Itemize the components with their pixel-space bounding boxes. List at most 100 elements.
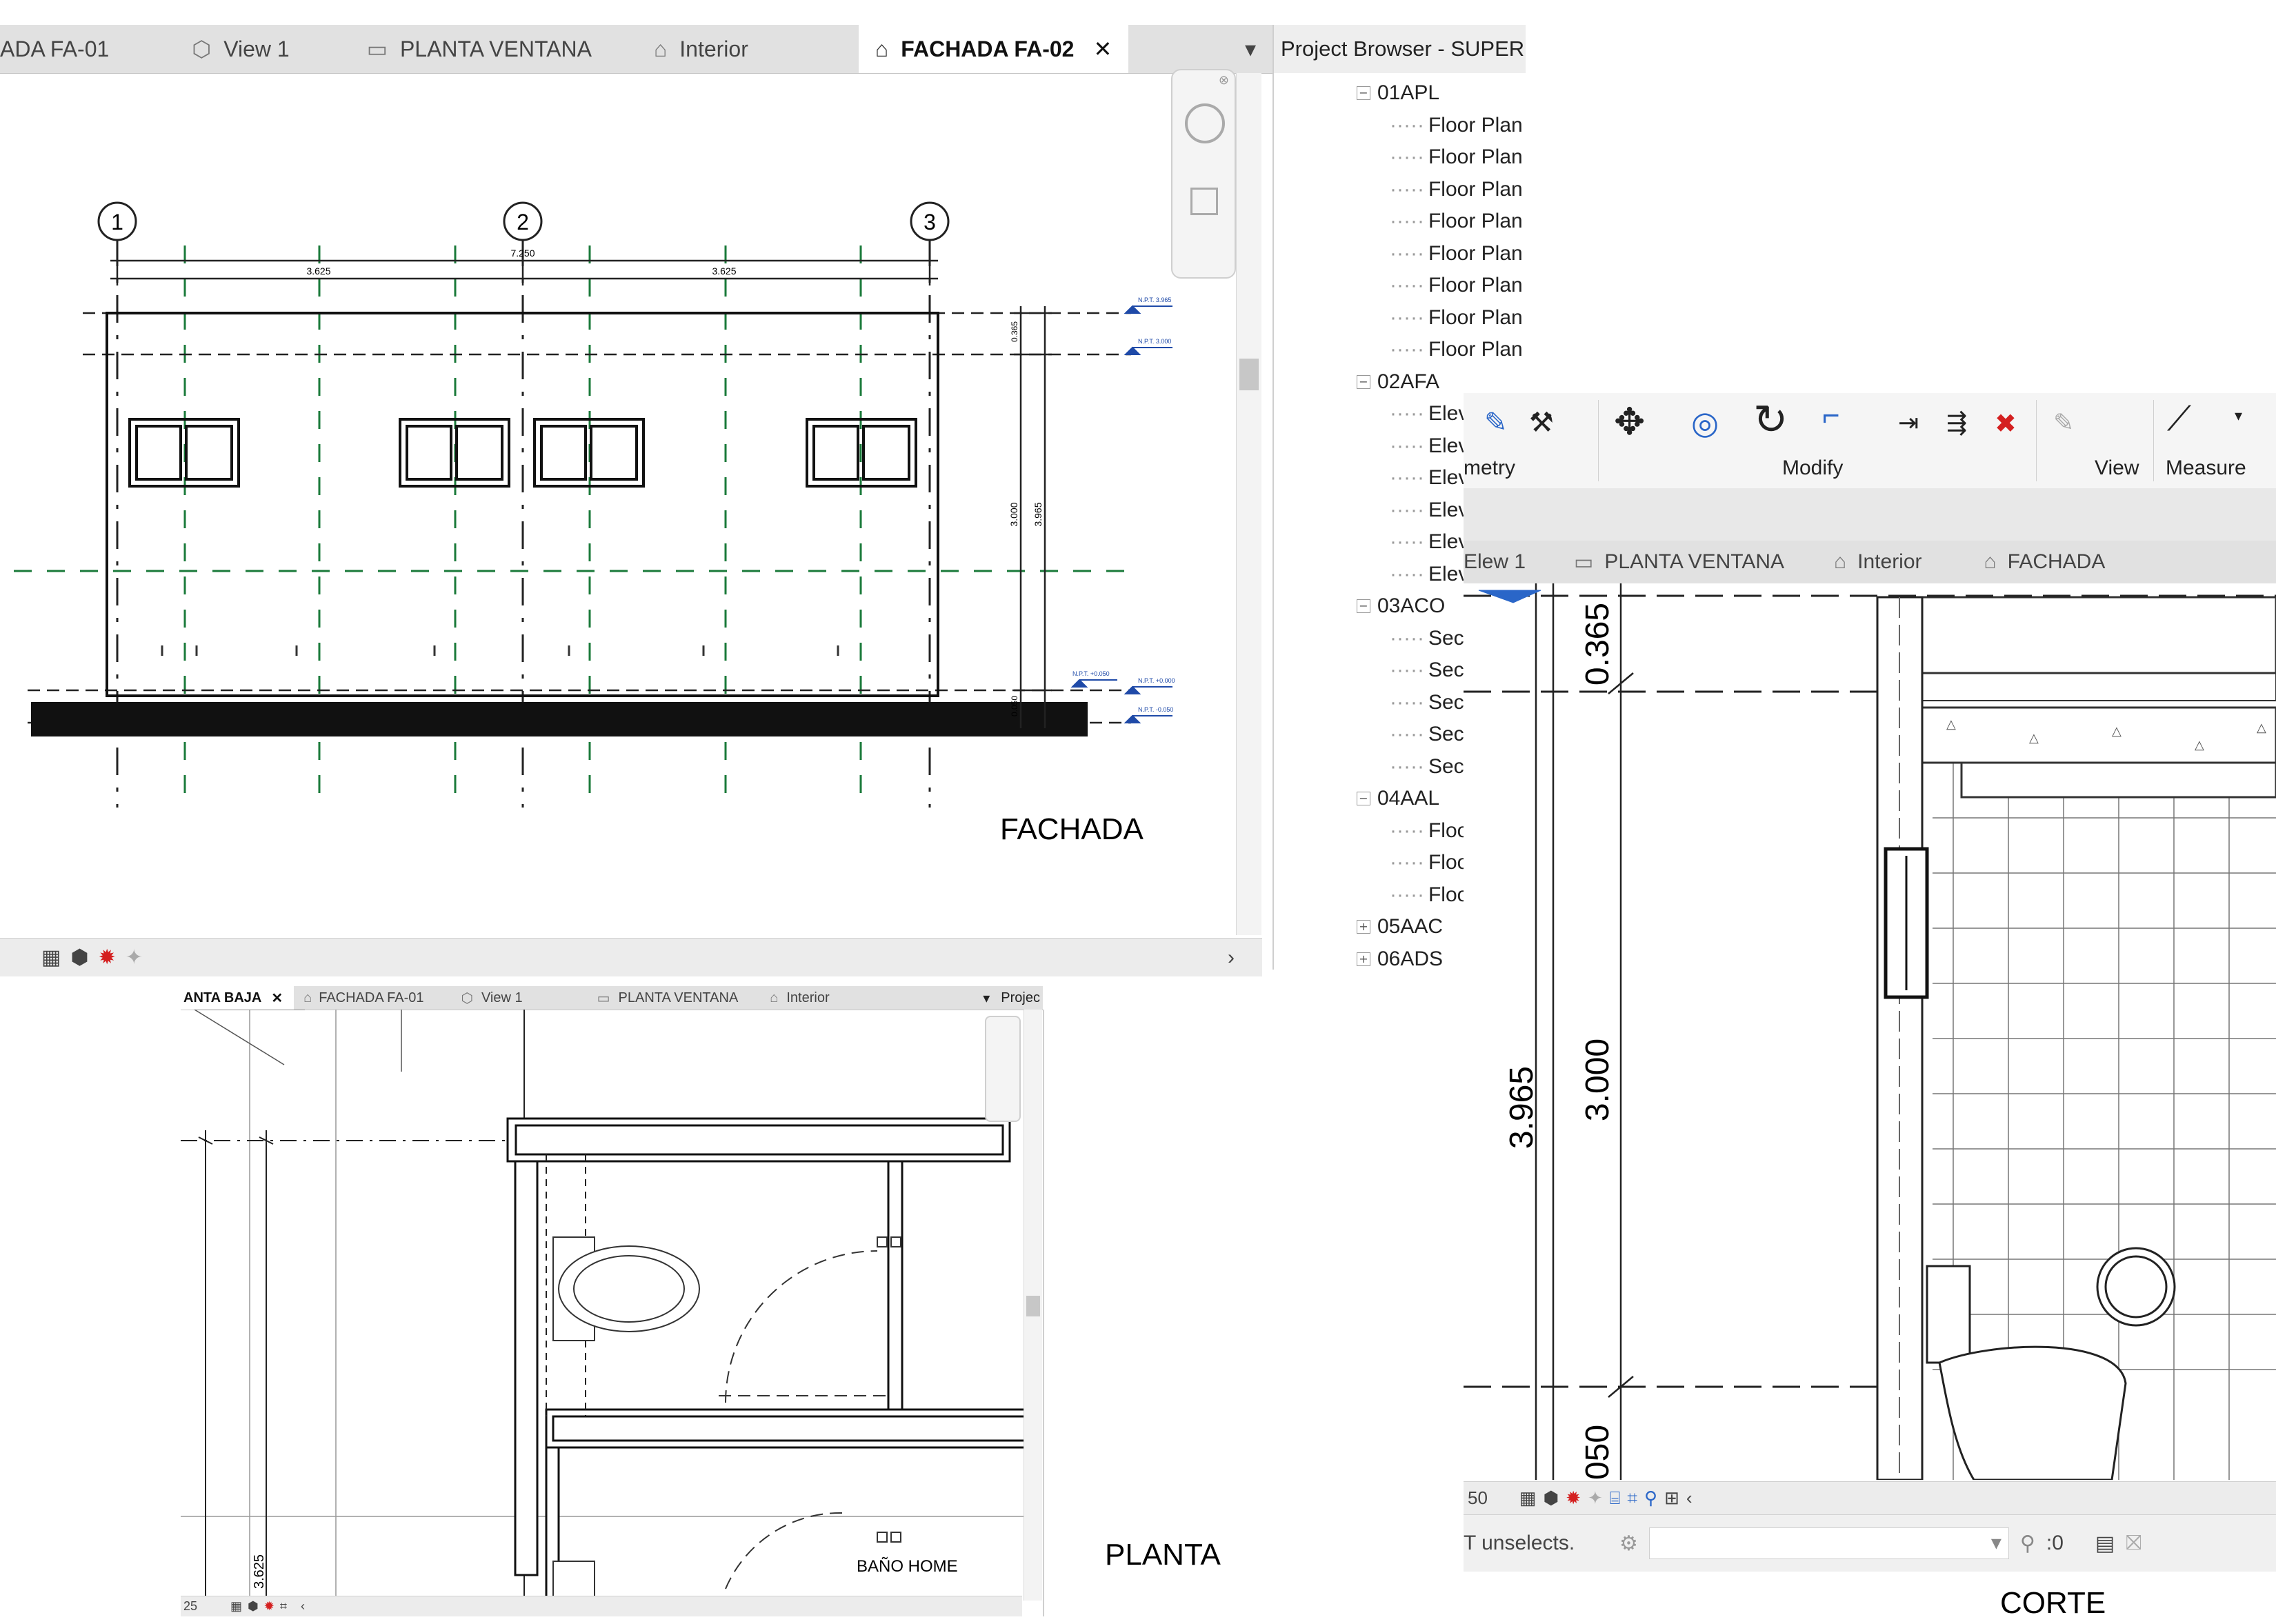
- tab-view-1[interactable]: ⬡ View 1: [451, 986, 597, 1010]
- browser-view-item[interactable]: ····· Sec: [1390, 719, 1464, 751]
- browser-group-03aco[interactable]: −03ACO: [1357, 590, 1445, 623]
- collapse-icon[interactable]: −: [1357, 86, 1370, 101]
- browser-view-item[interactable]: ····· Floor Plan: [1390, 205, 1523, 238]
- render-icon[interactable]: ⌸: [1610, 1487, 1621, 1510]
- browser-group-01apl[interactable]: −01APL: [1357, 77, 1439, 110]
- measure-icon[interactable]: ⟋: [2167, 399, 2191, 439]
- detail-level-icon[interactable]: ▦: [41, 945, 61, 970]
- browser-group-label: 04AAL: [1377, 787, 1440, 810]
- browser-group-04aal[interactable]: −04AAL: [1357, 783, 1439, 815]
- browser-group-05aac[interactable]: +05AAC: [1357, 911, 1443, 943]
- browser-view-item[interactable]: ····· Sec: [1390, 623, 1464, 655]
- fachada-vertical-scrollbar[interactable]: [1236, 73, 1261, 935]
- expand-icon[interactable]: +: [1357, 920, 1370, 934]
- geometry-edit-icon[interactable]: ✎: [1484, 407, 1508, 439]
- tab-fachada-fa-02[interactable]: ⌂ FACHADA FA-02 ✕: [858, 25, 1129, 73]
- trim-icon[interactable]: ⌐: [1822, 399, 1840, 433]
- browser-view-item[interactable]: ····· Floor Plan: [1390, 302, 1523, 334]
- browser-view-item[interactable]: ····· Elev: [1390, 559, 1468, 591]
- tab-view-1[interactable]: ⬡ View 1: [150, 25, 328, 73]
- tab-dropdown-icon[interactable]: ▾: [1245, 36, 1256, 62]
- view-icon[interactable]: ✎: [2053, 408, 2074, 437]
- detail-level-icon[interactable]: ▦: [230, 1599, 242, 1614]
- scroll-left-icon[interactable]: ‹: [301, 1599, 305, 1614]
- tab-interior[interactable]: ⌂ Interior: [1819, 541, 1984, 583]
- browser-group-label: 01APL: [1377, 81, 1440, 105]
- browser-view-item[interactable]: ····· Floor Plan: [1390, 174, 1523, 206]
- tab-planta-ventana[interactable]: ▭ PLANTA VENTANA: [1574, 541, 1819, 583]
- tab-elevation-1[interactable]: Elew 1: [1464, 541, 1574, 583]
- browser-view-item[interactable]: ····· Floo: [1390, 879, 1468, 912]
- browser-view-item[interactable]: ····· Sec: [1390, 654, 1464, 687]
- browser-view-item[interactable]: ····· Floor Plan: [1390, 334, 1523, 366]
- scale-readout[interactable]: 25: [183, 1599, 197, 1614]
- sun-path-icon[interactable]: ✹: [99, 945, 116, 970]
- hammer-icon[interactable]: ⚒: [1529, 407, 1554, 439]
- measure-dropdown-icon[interactable]: ▾: [2235, 407, 2242, 425]
- expand-icon[interactable]: +: [1357, 952, 1370, 966]
- copy-icon[interactable]: ◎: [1691, 404, 1719, 441]
- crop-icon[interactable]: ⌗: [280, 1599, 287, 1614]
- tab-dropdown-icon[interactable]: ▾: [983, 990, 990, 1007]
- array-icon[interactable]: ⇶: [1946, 408, 1967, 437]
- tab-fachada[interactable]: ⌂ FACHADA: [1984, 541, 2106, 583]
- delete-icon[interactable]: ✖: [1995, 408, 2017, 439]
- zoom-icon[interactable]: [1190, 188, 1218, 215]
- browser-view-item[interactable]: ····· Elev: [1390, 462, 1468, 494]
- worksets-icon[interactable]: ⚙: [1619, 1532, 1638, 1556]
- close-icon[interactable]: ⊗: [1219, 73, 1229, 88]
- visual-style-icon[interactable]: ⬢: [1544, 1487, 1559, 1509]
- properties-icon[interactable]: ▤: [2095, 1532, 2115, 1556]
- collapse-icon[interactable]: −: [1357, 599, 1370, 614]
- browser-view-item[interactable]: ····· Sec: [1390, 751, 1464, 783]
- rotate-icon[interactable]: ↻: [1753, 396, 1788, 444]
- visual-style-icon[interactable]: ⬢: [70, 945, 88, 970]
- sun-path-icon[interactable]: ✹: [264, 1599, 274, 1614]
- tab-planta-baja[interactable]: ANTA BAJA ✕: [181, 986, 295, 1010]
- filter-icon[interactable]: ⚲: [2020, 1532, 2035, 1556]
- temporary-hide-icon[interactable]: ⚲: [1644, 1487, 1657, 1509]
- close-tab-icon[interactable]: ✕: [1093, 36, 1112, 62]
- move-icon[interactable]: ✥: [1614, 400, 1645, 443]
- browser-group-06ads[interactable]: +06ADS: [1357, 943, 1443, 970]
- design-options-dropdown[interactable]: ▾: [1648, 1527, 2009, 1559]
- tab-fachada-fa-01[interactable]: ⌂ FACHADA FA-01: [294, 986, 451, 1010]
- scroll-left-icon[interactable]: ‹: [1686, 1487, 1693, 1509]
- detail-level-icon[interactable]: ▦: [1519, 1487, 1537, 1509]
- visual-style-icon[interactable]: ⬢: [248, 1599, 259, 1614]
- collapse-icon[interactable]: −: [1357, 374, 1370, 389]
- elevation-icon: ⌂: [303, 990, 312, 1005]
- tab-fachada-fa-01[interactable]: ADA FA-01: [0, 25, 150, 73]
- elevation-icon: ⌂: [770, 990, 779, 1005]
- shadows-icon[interactable]: ✦: [1588, 1487, 1603, 1509]
- scale-readout[interactable]: 50: [1468, 1487, 1488, 1509]
- reveal-hidden-icon[interactable]: ⊞: [1664, 1487, 1679, 1509]
- browser-view-item[interactable]: ····· Floo: [1390, 847, 1468, 879]
- browser-view-label: Floor Plan: [1428, 146, 1523, 169]
- browser-view-item[interactable]: ····· Elev: [1390, 526, 1468, 559]
- browser-group-02afa[interactable]: −02AFA: [1357, 366, 1439, 399]
- steering-wheel-icon[interactable]: [1185, 103, 1225, 143]
- tab-planta-ventana[interactable]: ▭ PLANTA VENTANA: [597, 986, 766, 1010]
- browser-view-item[interactable]: ····· Floor Plan: [1390, 270, 1523, 302]
- sun-path-icon[interactable]: ✹: [1566, 1487, 1581, 1509]
- browser-view-item[interactable]: ····· Floor Plan: [1390, 141, 1523, 174]
- planta-vertical-scrollbar[interactable]: [1024, 1010, 1042, 1601]
- browser-view-item[interactable]: ····· Sec: [1390, 687, 1464, 719]
- browser-view-item[interactable]: ····· Floo: [1390, 815, 1468, 848]
- scroll-right-icon[interactable]: ›: [1228, 946, 1235, 970]
- crop-icon[interactable]: ⌗: [1627, 1487, 1637, 1510]
- browser-view-item[interactable]: ····· Elev: [1390, 430, 1468, 463]
- collapse-icon[interactable]: −: [1357, 792, 1370, 806]
- browser-view-item[interactable]: ····· Elev: [1390, 494, 1468, 527]
- tab-interior[interactable]: ⌂ Interior: [766, 986, 829, 1010]
- browser-view-item[interactable]: ····· Floor Plan: [1390, 110, 1523, 142]
- editable-icon[interactable]: ⛝: [2126, 1532, 2142, 1555]
- tab-planta-ventana[interactable]: ▭ PLANTA VENTANA: [328, 25, 633, 73]
- shadows-icon[interactable]: ✦: [126, 945, 143, 970]
- tab-interior[interactable]: ⌂ Interior: [633, 25, 859, 73]
- close-tab-icon[interactable]: ✕: [271, 990, 283, 1007]
- split-icon[interactable]: ⇥: [1898, 408, 1919, 437]
- browser-view-item[interactable]: ····· Floor Plan: [1390, 238, 1523, 270]
- browser-view-label: Floor Plan: [1428, 210, 1523, 233]
